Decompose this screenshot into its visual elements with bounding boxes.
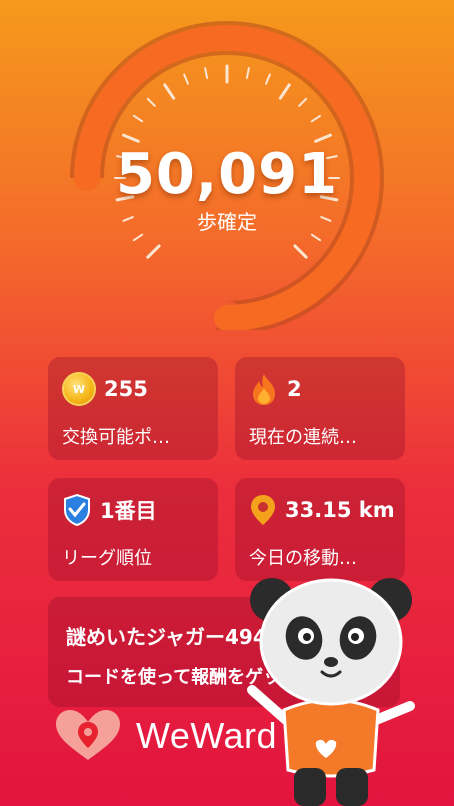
distance-label: 今日の移動… [249,548,357,569]
brand-logo: WeWard [52,708,277,764]
league-shield-icon [64,493,90,527]
gauge-tick [245,67,250,79]
league-label: リーグ順位 [62,548,152,569]
gauge-tick [183,73,189,85]
gauge-tick [310,233,322,242]
heart-pin-logo-icon [56,710,120,760]
panda-mascot-image [247,578,415,806]
gauge-tick [163,83,176,100]
gauge-tick [132,233,144,242]
coin-icon: W [62,372,96,406]
distance-card[interactable]: 33.15 km 今日の移動… [235,478,405,581]
points-card[interactable]: W 255 交換可能ポ… [48,357,218,460]
steps-value: 50,091 [115,142,339,207]
gauge-tick [278,83,291,100]
gauge-tick [265,73,271,85]
location-pin-icon [251,495,275,525]
gauge-tick [122,133,140,143]
gauge-tick [293,244,308,259]
gauge-tick [298,97,308,107]
streak-card[interactable]: 2 現在の連続… [235,357,405,460]
steps-unit-label: 歩確定 [197,210,257,234]
league-card[interactable]: 1番目 リーグ順位 [48,478,218,581]
points-label: 交換可能ポ… [62,427,170,448]
gauge-tick [132,114,144,123]
gauge-tick [204,67,209,79]
streak-label: 現在の連続… [249,427,357,448]
flame-icon [253,374,275,405]
gauge-tick [310,114,322,123]
points-value: 255 [104,377,148,401]
gauge-tick [146,244,161,259]
distance-value: 33.15 km [285,498,395,522]
league-rank-value: 1番目 [100,499,157,523]
gauge-tick [146,97,156,107]
gauge-tick [314,133,332,143]
streak-value: 2 [287,377,302,401]
